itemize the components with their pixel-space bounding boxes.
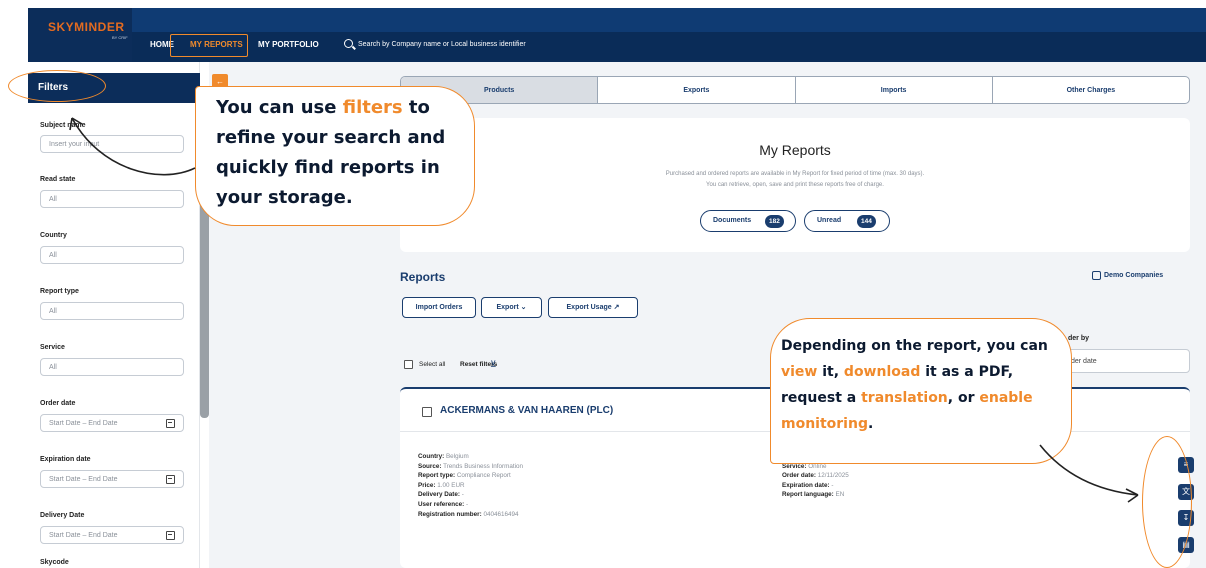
arrow-to-filters: [71, 117, 196, 176]
arrow-to-actions: [1039, 444, 1139, 496]
callout-arrows: [69, 117, 1139, 503]
arrow-head: [1125, 488, 1139, 503]
